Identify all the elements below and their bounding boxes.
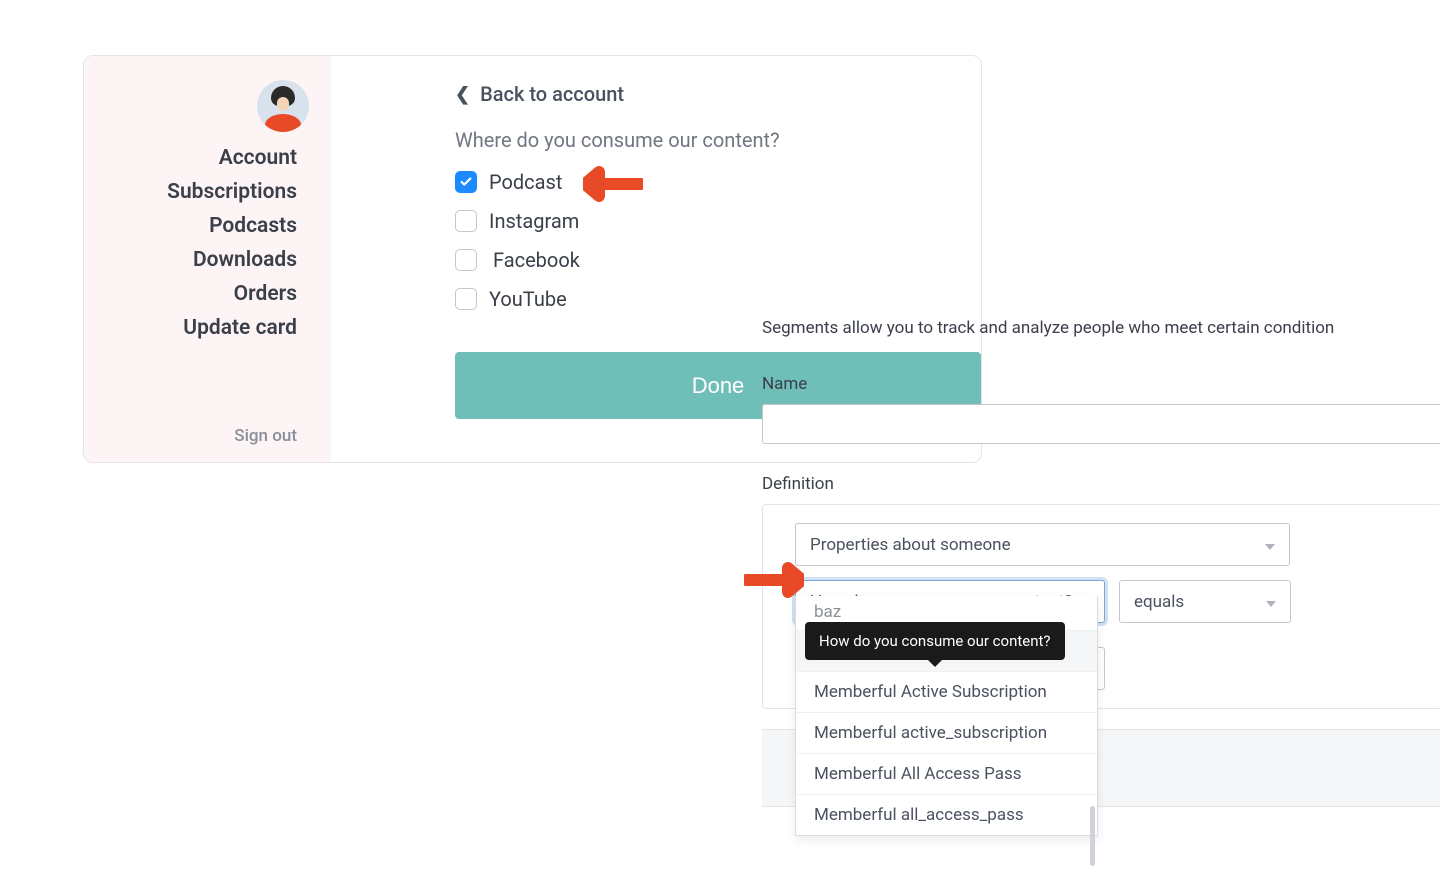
sign-out-link[interactable]: Sign out bbox=[234, 426, 297, 446]
option-label: YouTube bbox=[489, 287, 567, 311]
sidebar-item-update-card[interactable]: Update card bbox=[183, 316, 297, 340]
dropdown-item[interactable]: Memberful Active Subscription bbox=[796, 671, 1097, 712]
annotation-arrow-left-icon bbox=[583, 166, 643, 202]
option-label: Facebook bbox=[493, 248, 580, 272]
question-text: Where do you consume our content? bbox=[455, 128, 981, 152]
checkbox-unchecked-icon[interactable] bbox=[455, 288, 477, 310]
checkbox-unchecked-icon[interactable] bbox=[455, 210, 477, 232]
definition-label: Definition bbox=[762, 474, 1440, 494]
name-field-label: Name bbox=[762, 374, 1440, 394]
caret-down-icon bbox=[1265, 535, 1275, 555]
segment-name-input[interactable] bbox=[762, 404, 1440, 444]
select-value: equals bbox=[1134, 592, 1184, 612]
back-to-account-link[interactable]: ❮ Back to account bbox=[455, 82, 981, 106]
checkbox-unchecked-icon[interactable] bbox=[455, 249, 477, 271]
sidebar-item-orders[interactable]: Orders bbox=[234, 282, 297, 306]
sidebar-item-podcasts[interactable]: Podcasts bbox=[209, 214, 297, 238]
back-label: Back to account bbox=[480, 82, 624, 106]
annotation-arrow-right-icon bbox=[744, 562, 804, 602]
dropdown-item[interactable]: Memberful all_access_pass bbox=[796, 794, 1097, 835]
sidebar-item-account[interactable]: Account bbox=[219, 146, 297, 170]
option-youtube[interactable]: YouTube bbox=[455, 287, 981, 311]
option-label: Instagram bbox=[489, 209, 579, 233]
select-properties[interactable]: Properties about someone bbox=[795, 523, 1290, 566]
option-facebook[interactable]: Facebook bbox=[455, 248, 981, 272]
dropdown-tooltip: How do you consume our content? bbox=[805, 622, 1065, 660]
checkbox-checked-icon[interactable] bbox=[455, 171, 477, 193]
avatar bbox=[257, 80, 309, 132]
select-operator[interactable]: equals bbox=[1119, 580, 1291, 623]
segments-intro-text: Segments allow you to track and analyze … bbox=[762, 318, 1440, 338]
option-instagram[interactable]: Instagram bbox=[455, 209, 981, 233]
option-label: Podcast bbox=[489, 170, 562, 194]
chevron-left-icon: ❮ bbox=[455, 84, 470, 105]
select-value: Properties about someone bbox=[810, 535, 1011, 555]
caret-down-icon bbox=[1266, 592, 1276, 612]
dropdown-item[interactable]: Memberful active_subscription bbox=[796, 712, 1097, 753]
option-podcast[interactable]: Podcast bbox=[455, 170, 981, 194]
dropdown-item[interactable]: Memberful All Access Pass bbox=[796, 753, 1097, 794]
sidebar-item-downloads[interactable]: Downloads bbox=[193, 248, 297, 272]
sidebar-item-subscriptions[interactable]: Subscriptions bbox=[167, 180, 297, 204]
sidebar: Account Subscriptions Podcasts Downloads… bbox=[84, 56, 331, 462]
scrollbar[interactable] bbox=[1090, 806, 1095, 866]
